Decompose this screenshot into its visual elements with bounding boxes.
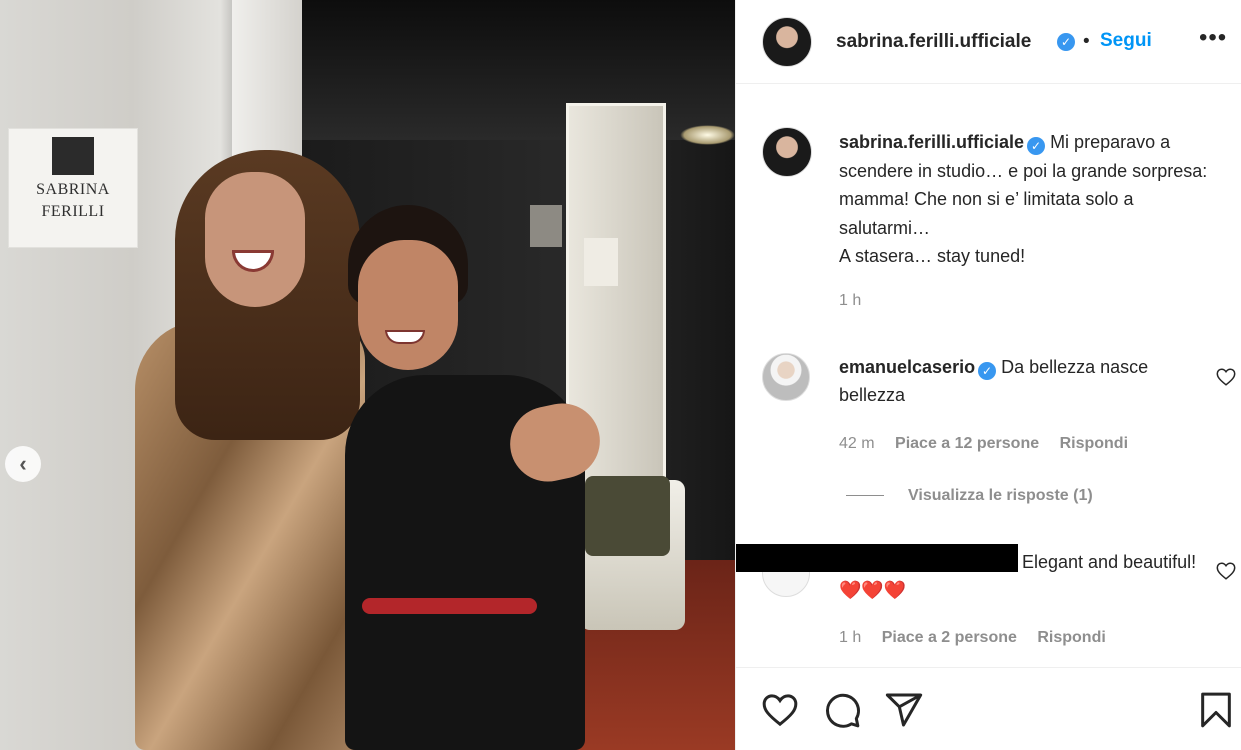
person-2-belt [362, 598, 537, 614]
comment-meta: 42 m Piace a 12 persone Rispondi [839, 435, 1144, 453]
photo-light [680, 125, 735, 145]
caption-body-line2: A stasera… stay tuned! [839, 246, 1026, 266]
carousel-prev-button[interactable]: ‹ [5, 446, 41, 482]
photo-chair-cushion [585, 476, 670, 556]
like-comment-heart-icon[interactable] [1215, 366, 1237, 388]
reply-button[interactable]: Rispondi [1037, 629, 1105, 646]
comment-button[interactable] [822, 690, 862, 730]
photo-ceiling [300, 0, 735, 140]
dressing-room-nameplate: SABRINA FERILLI [8, 128, 138, 248]
author-avatar[interactable] [762, 17, 812, 67]
post-header: sabrina.ferilli.ufficiale ✓ • Segui ••• [736, 0, 1241, 84]
nameplate-line-1: SABRINA [36, 181, 110, 198]
bookmark-icon [1201, 692, 1231, 728]
verified-icon: ✓ [978, 362, 997, 380]
caption-text: sabrina.ferilli.ufficiale ✓ Mi preparavo … [839, 128, 1229, 271]
nameplate-logo [52, 137, 94, 175]
author-username-link[interactable]: sabrina.ferilli.ufficiale [836, 31, 1031, 53]
comment-time[interactable]: 1 h [839, 629, 861, 646]
view-replies-label: Visualizza le risposte (1) [908, 487, 1093, 504]
verified-badge: ✓ [1054, 31, 1075, 51]
comment-likes[interactable]: Piace a 12 persone [895, 435, 1039, 452]
share-button[interactable] [884, 690, 924, 730]
save-button[interactable] [1196, 690, 1236, 730]
nameplate-line-2: FERILLI [41, 203, 105, 220]
replies-divider [846, 495, 884, 497]
verified-icon: ✓ [1027, 137, 1046, 155]
share-icon [885, 693, 923, 727]
photo-wall-sign [530, 205, 562, 247]
caption-username-link[interactable]: sabrina.ferilli.ufficiale [839, 132, 1024, 152]
heart-icon [762, 694, 798, 727]
person-1-face [205, 172, 305, 307]
verified-icon: ✓ [1057, 33, 1075, 51]
comment-text: emanuelcaserio ✓ Da bellezza nasce bellez… [839, 353, 1209, 409]
comment-avatar[interactable] [762, 353, 810, 401]
caption-timestamp[interactable]: 1 h [839, 292, 861, 310]
comment-meta: 1 h Piace a 2 persone Rispondi [839, 629, 1122, 647]
photo-door-sign [584, 238, 618, 286]
person-2-face [358, 240, 458, 370]
post-side-panel: sabrina.ferilli.ufficiale ✓ • Segui ••• … [735, 0, 1241, 750]
chevron-left-icon: ‹ [19, 451, 27, 476]
caption-avatar[interactable] [762, 127, 812, 177]
like-button[interactable] [760, 690, 800, 730]
view-replies-button[interactable]: Visualizza le risposte (1) [846, 487, 1093, 505]
like-comment-heart-icon[interactable] [1215, 560, 1237, 582]
follow-button[interactable]: Segui [1100, 30, 1152, 52]
comment-username-link[interactable]: emanuelcaserio [839, 357, 975, 377]
header-separator: • [1083, 31, 1090, 52]
comment-icon [826, 693, 860, 728]
comment-time[interactable]: 42 m [839, 435, 875, 452]
more-options-icon[interactable]: ••• [1199, 24, 1227, 52]
reply-button[interactable]: Rispondi [1060, 435, 1128, 452]
comment-likes[interactable]: Piace a 2 persone [882, 629, 1017, 646]
redaction-bar [736, 544, 1018, 572]
post-photo: SABRINA FERILLI ‹ [0, 0, 735, 750]
post-actions-bar [736, 667, 1241, 750]
